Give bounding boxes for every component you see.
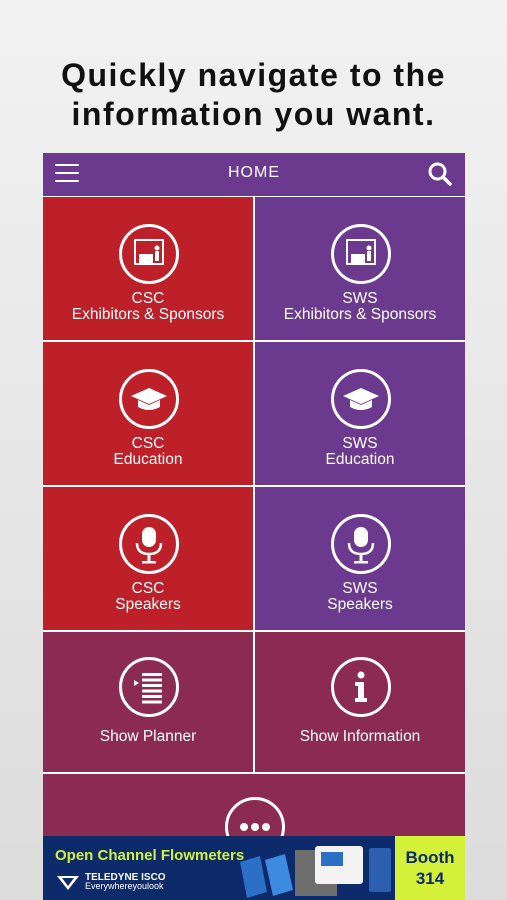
tile-label-line1: CSC	[131, 435, 165, 452]
tile-csc-speakers[interactable]: CSC Speakers	[43, 487, 253, 630]
exhibitor-booth-icon	[331, 224, 391, 284]
planner-list-icon	[119, 657, 179, 717]
tile-sws-education[interactable]: SWS Education	[255, 342, 465, 485]
graduation-cap-icon	[331, 369, 391, 429]
ad-brand-logo: TELEDYNE ISCO Everywhereyoulook	[57, 873, 166, 891]
tile-label-line2: Speakers	[327, 596, 393, 613]
microphone-icon	[119, 514, 179, 574]
headline-line-1: Quickly navigate to the	[61, 57, 446, 93]
tile-label-line2: Exhibitors & Sponsors	[71, 306, 225, 323]
tile-sws-exhibitors-sponsors[interactable]: SWS Exhibitors & Sponsors	[255, 197, 465, 340]
ad-banner[interactable]: Open Channel Flowmeters TELEDYNE ISCO Ev…	[43, 836, 465, 900]
booth-badge: Booth 314	[395, 836, 465, 900]
tile-label-line1: CSC	[131, 580, 165, 597]
tile-show-planner[interactable]: Show Planner	[43, 632, 253, 772]
booth-label: Booth	[405, 848, 455, 867]
app-screen: HOME CSC Exhibitors & Sponsors SWS Exhib…	[43, 153, 465, 900]
tile-label-line1: CSC	[131, 290, 165, 307]
microphone-icon	[331, 514, 391, 574]
tile-sws-speakers[interactable]: SWS Speakers	[255, 487, 465, 630]
exhibitor-booth-icon	[119, 224, 179, 284]
tile-label-line1: SWS	[342, 580, 378, 597]
teledyne-logo-icon	[57, 876, 79, 890]
ad-title: Open Channel Flowmeters	[55, 847, 245, 864]
tile-label: Show Information	[299, 728, 421, 745]
tile-label-line2: Speakers	[115, 596, 181, 613]
info-icon	[331, 657, 391, 717]
search-icon[interactable]	[427, 161, 453, 187]
promo-headline: Quickly navigate to the information you …	[0, 56, 507, 134]
ad-tagline: Everywhereyoulook	[85, 881, 164, 891]
booth-number: 314	[415, 869, 445, 888]
tile-label-line2: Education	[113, 451, 183, 468]
tile-show-information[interactable]: Show Information	[255, 632, 465, 772]
tile-label-line1: SWS	[342, 290, 378, 307]
graduation-cap-icon	[119, 369, 179, 429]
page-title: HOME	[228, 164, 280, 181]
tile-label: Show Planner	[99, 728, 197, 745]
tile-label-line2: Education	[325, 451, 395, 468]
flowmeter-products-image	[240, 846, 391, 898]
tile-label-line2: Exhibitors & Sponsors	[283, 306, 437, 323]
headline-line-2: information you want.	[71, 96, 436, 132]
tile-csc-exhibitors-sponsors[interactable]: CSC Exhibitors & Sponsors	[43, 197, 253, 340]
top-app-bar: HOME	[43, 153, 465, 196]
tile-label-line1: SWS	[342, 435, 378, 452]
tile-csc-education[interactable]: CSC Education	[43, 342, 253, 485]
